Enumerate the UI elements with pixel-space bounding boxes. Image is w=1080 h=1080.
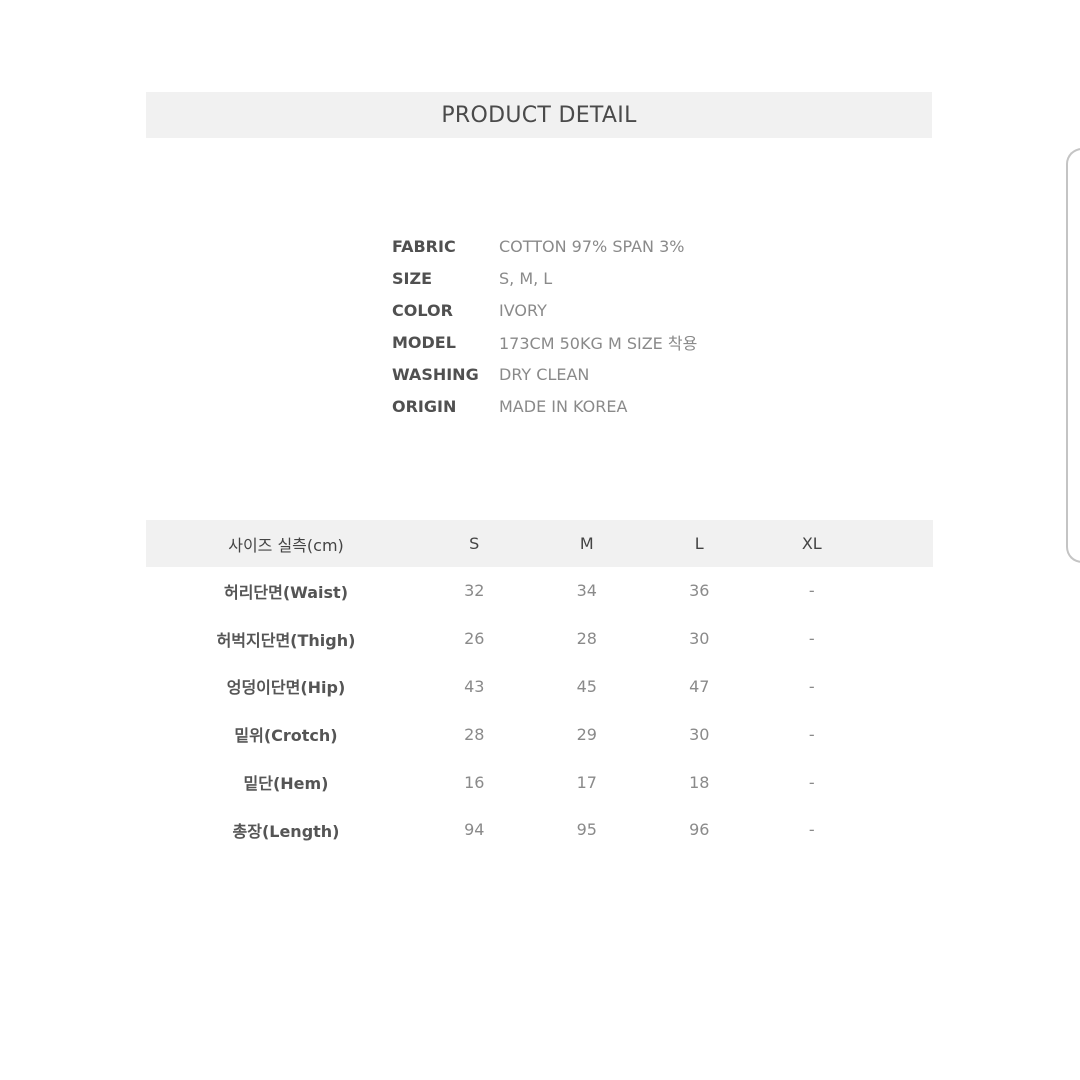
cell-s: 16 — [464, 772, 485, 792]
cell-xl: - — [808, 581, 815, 601]
page-title: PRODUCT DETAIL — [441, 102, 637, 128]
cell-l: 96 — [689, 820, 710, 840]
row-label: 총장(Length) — [232, 821, 340, 841]
cell-xl: - — [808, 820, 815, 840]
table-row: 밑단(Hem) 16 17 18 - — [146, 758, 933, 806]
spec-value: DRY CLEAN — [499, 364, 590, 384]
cell-s: 32 — [464, 581, 485, 601]
spec-value: COTTON 97% SPAN 3% — [499, 236, 685, 256]
cell-m: 45 — [576, 676, 597, 696]
spec-value: 173CM 50KG M SIZE 착용 — [499, 334, 698, 353]
product-detail-header: PRODUCT DETAIL — [146, 92, 932, 138]
spec-value: MADE IN KOREA — [499, 396, 628, 416]
spec-label: MODEL — [392, 332, 456, 352]
cell-s: 26 — [464, 629, 485, 649]
header-label: 사이즈 실측(cm) — [228, 535, 344, 555]
cell-l: 47 — [689, 676, 710, 696]
spec-row-washing: WASHING DRY CLEAN — [392, 358, 697, 390]
spec-list: FABRIC COTTON 97% SPAN 3% SIZE S, M, L C… — [392, 230, 697, 422]
cell-xl: - — [808, 772, 815, 792]
cell-xl: - — [808, 724, 815, 744]
cell-m: 95 — [576, 820, 597, 840]
cell-s: 28 — [464, 724, 485, 744]
spec-value: IVORY — [499, 300, 547, 320]
header-size-m: M — [579, 534, 594, 553]
row-label: 허리단면(Waist) — [223, 582, 349, 602]
spec-label: ORIGIN — [392, 396, 457, 416]
row-label: 밑위(Crotch) — [234, 726, 338, 746]
cell-m: 29 — [576, 724, 597, 744]
table-row: 허리단면(Waist) 32 34 36 - — [146, 567, 933, 615]
spec-label: SIZE — [392, 268, 433, 288]
cell-l: 18 — [689, 772, 710, 792]
spec-row-fabric: FABRIC COTTON 97% SPAN 3% — [392, 230, 697, 262]
row-label: 엉덩이단면(Hip) — [226, 678, 346, 698]
table-row: 허벅지단면(Thigh) 26 28 30 - — [146, 615, 933, 663]
table-row: 밑위(Crotch) 28 29 30 - — [146, 710, 933, 758]
spec-row-model: MODEL 173CM 50KG M SIZE 착용 — [392, 326, 697, 358]
spec-row-origin: ORIGIN MADE IN KOREA — [392, 390, 697, 422]
cell-l: 36 — [689, 581, 710, 601]
cell-xl: - — [808, 676, 815, 696]
spec-row-size: SIZE S, M, L — [392, 262, 697, 294]
cell-xl: - — [808, 629, 815, 649]
cell-m: 34 — [576, 581, 597, 601]
cell-s: 43 — [464, 676, 485, 696]
header-size-l: L — [694, 534, 704, 553]
cell-l: 30 — [689, 629, 710, 649]
header-size-xl: XL — [801, 534, 822, 553]
spec-row-color: COLOR IVORY — [392, 294, 697, 326]
spec-label: FABRIC — [392, 236, 456, 256]
spec-label: WASHING — [392, 364, 479, 384]
header-size-s: S — [469, 534, 480, 553]
size-table: 사이즈 실측(cm) S M L XL 허리단면(Waist) 32 34 36… — [146, 520, 933, 854]
cell-m: 17 — [576, 772, 597, 792]
row-label: 허벅지단면(Thigh) — [216, 630, 356, 650]
spec-label: COLOR — [392, 300, 453, 320]
row-label: 밑단(Hem) — [243, 774, 329, 794]
table-row: 엉덩이단면(Hip) 43 45 47 - — [146, 663, 933, 711]
cell-l: 30 — [689, 724, 710, 744]
table-row: 총장(Length) 94 95 96 - — [146, 806, 933, 854]
cell-s: 94 — [464, 820, 485, 840]
spec-value: S, M, L — [499, 268, 553, 288]
size-table-header: 사이즈 실측(cm) S M L XL — [146, 520, 933, 567]
cell-m: 28 — [576, 629, 597, 649]
device-edge-frame — [1066, 148, 1080, 563]
